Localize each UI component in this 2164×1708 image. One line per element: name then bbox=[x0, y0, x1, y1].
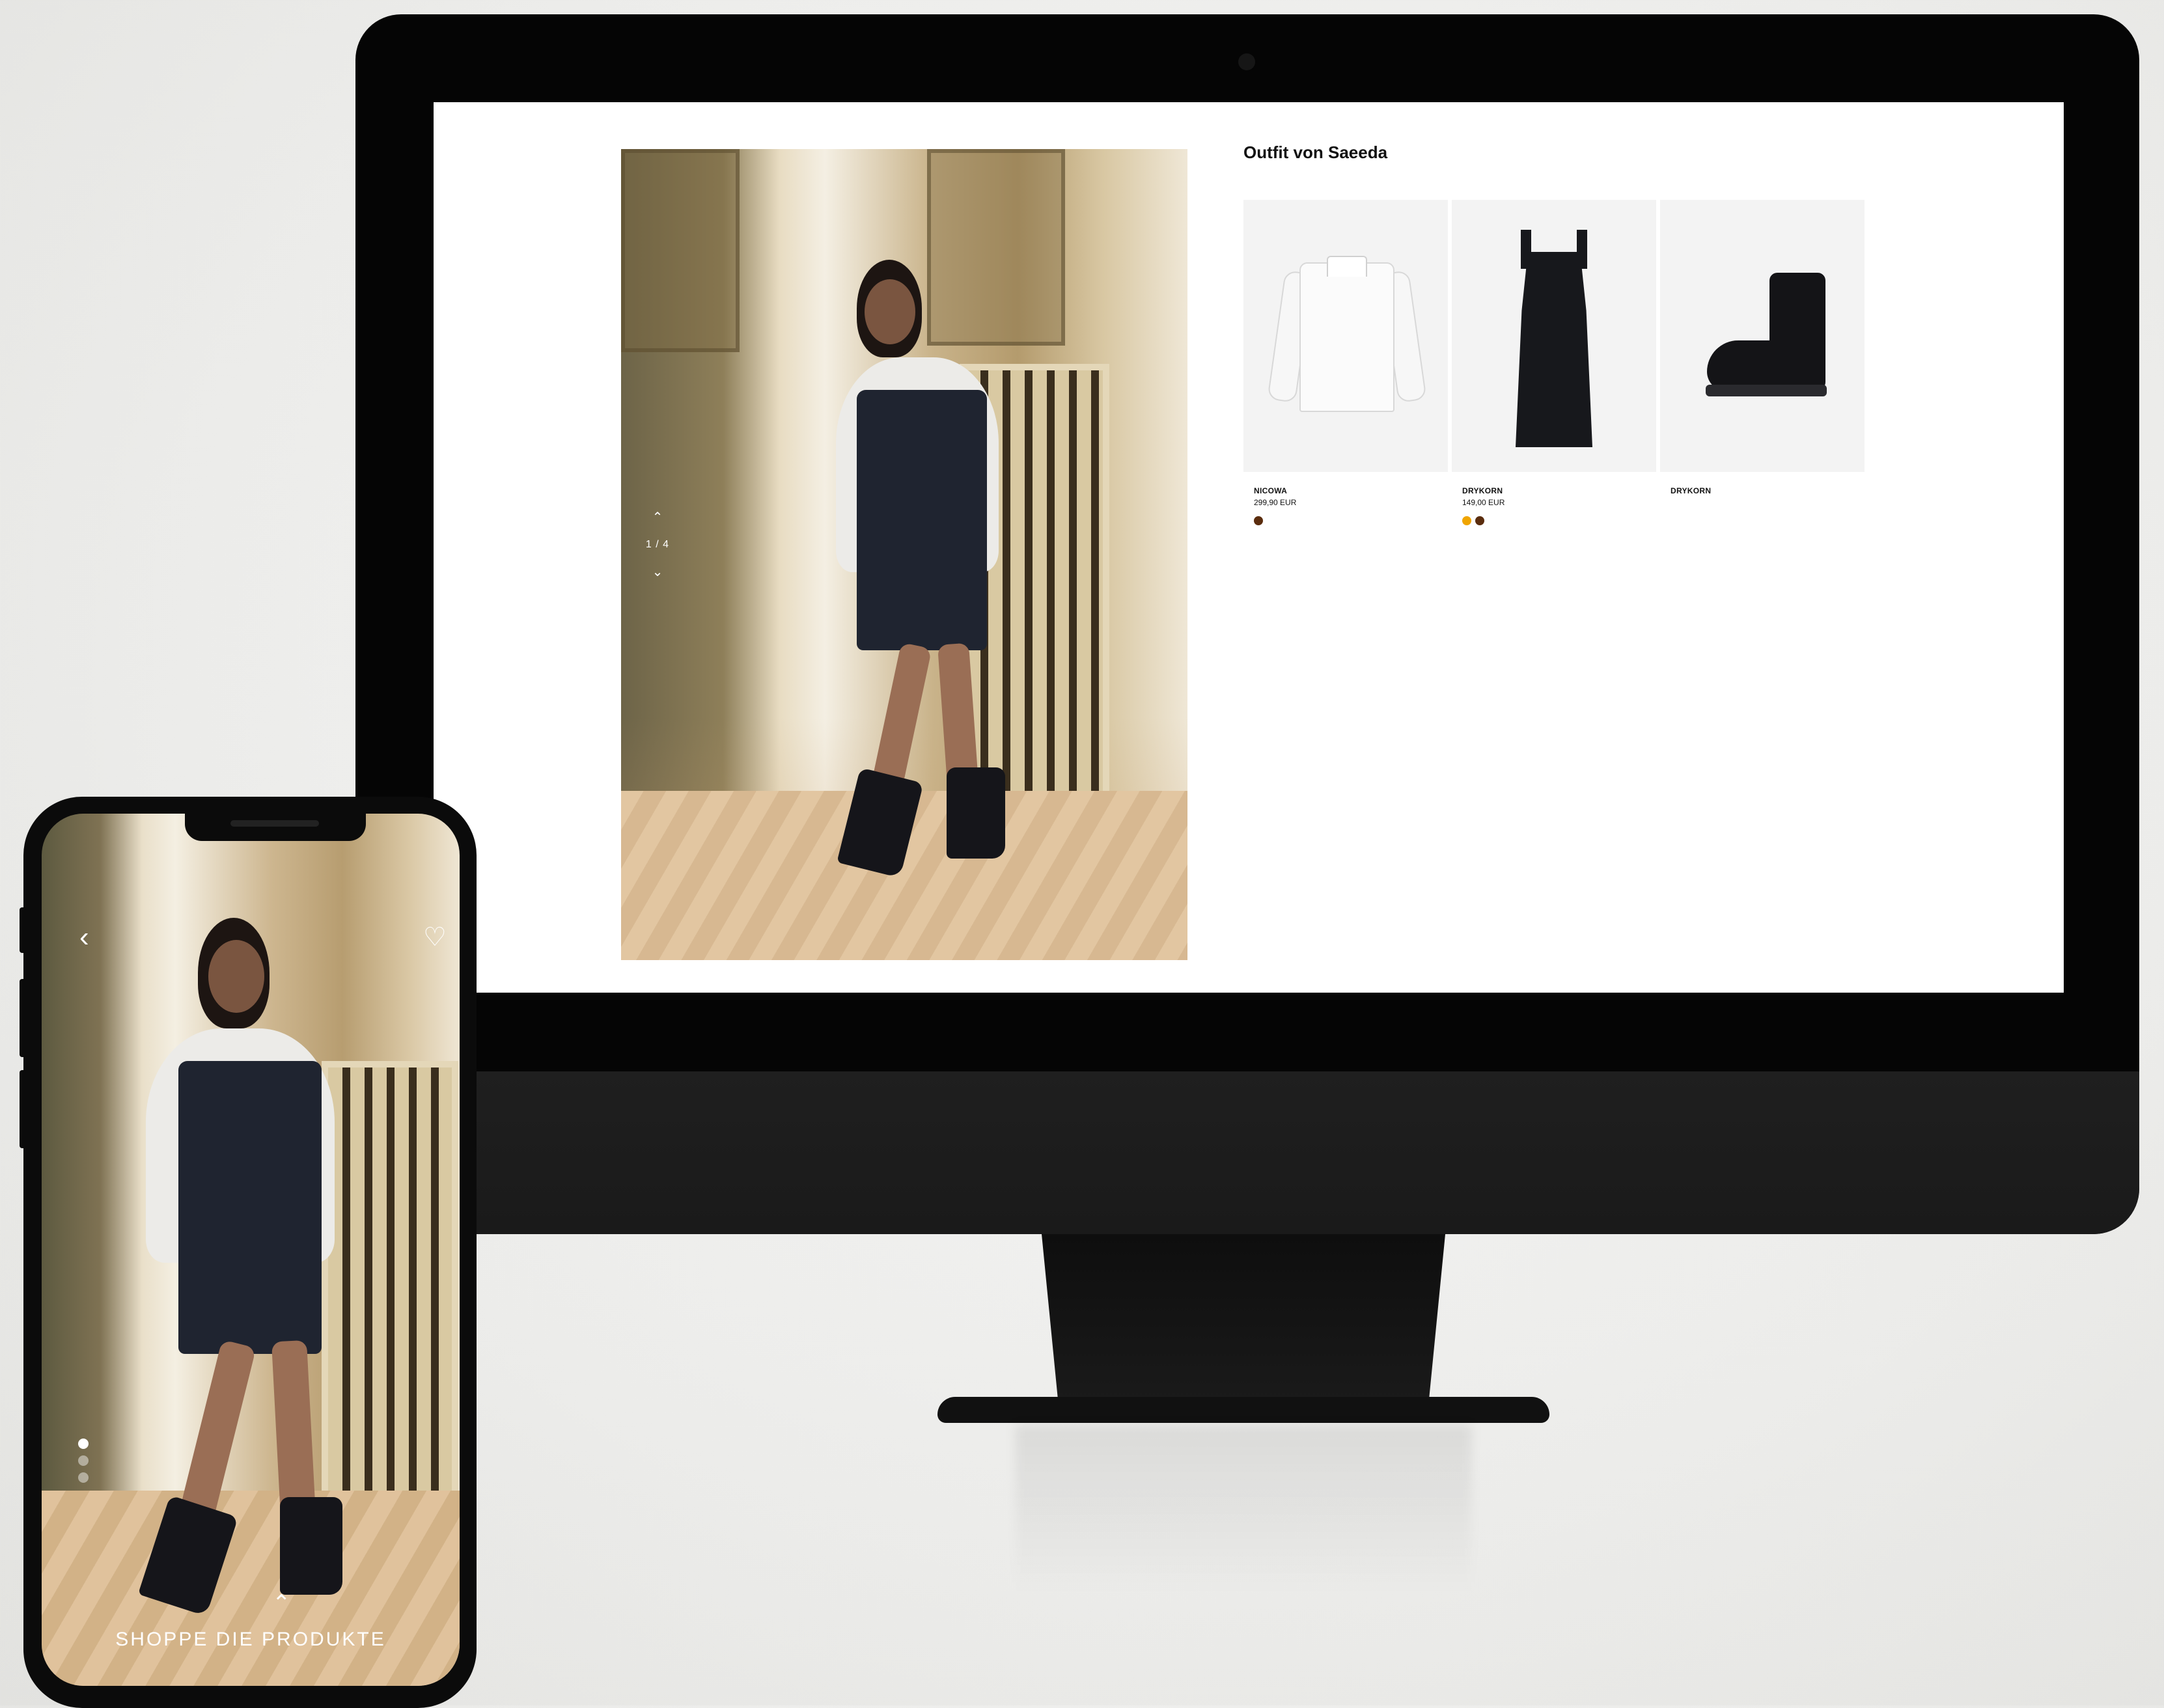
color-swatches bbox=[1243, 516, 1448, 525]
product-image-dress[interactable] bbox=[1452, 200, 1656, 472]
monitor-chin bbox=[355, 1071, 2139, 1234]
monitor-stand-base bbox=[937, 1397, 1549, 1423]
wall-panel bbox=[927, 149, 1065, 346]
outfit-title: Outfit von Saeeda bbox=[1243, 143, 1388, 162]
phone-side-button bbox=[20, 1070, 26, 1148]
heart-icon[interactable]: ♡ bbox=[423, 924, 447, 950]
color-swatch[interactable] bbox=[1475, 516, 1484, 525]
monitor-stand bbox=[1042, 1234, 1445, 1398]
product-brand[interactable]: DRYKORN bbox=[1452, 486, 1656, 495]
pager-dots bbox=[78, 1439, 89, 1483]
phone-frame: ‹ ♡ ⌃ SHOPPE DIE PRODUKTE bbox=[20, 797, 477, 1708]
product-price: 299,90 EUR bbox=[1254, 498, 1297, 507]
product-card[interactable]: NICOWA 299,90 EUR bbox=[1243, 200, 1448, 525]
camera-icon bbox=[1238, 53, 1255, 70]
product-brand[interactable]: DRYKORN bbox=[1660, 486, 1865, 495]
stand-reflection bbox=[1016, 1426, 1471, 1595]
color-swatch[interactable] bbox=[1254, 516, 1263, 525]
hero-counter: 1 / 4 bbox=[645, 539, 670, 550]
pager-dot[interactable] bbox=[78, 1472, 89, 1483]
chevron-up-icon[interactable]: ⌃ bbox=[645, 510, 671, 525]
phone-notch bbox=[185, 814, 366, 841]
color-swatch[interactable] bbox=[1462, 516, 1471, 525]
desktop-screen: ⌃ 1 / 4 ⌄ Outfit von Saeeda NICOWA 299,9… bbox=[434, 102, 2064, 993]
product-image-shirt[interactable] bbox=[1243, 200, 1448, 472]
pager-dot-active[interactable] bbox=[78, 1439, 89, 1449]
product-image-boot[interactable] bbox=[1660, 200, 1865, 472]
product-brand[interactable]: NICOWA bbox=[1243, 486, 1448, 495]
mobile-screen[interactable]: ‹ ♡ ⌃ SHOPPE DIE PRODUKTE bbox=[42, 814, 460, 1686]
phone-speaker bbox=[230, 820, 319, 827]
chevron-down-icon[interactable]: ⌄ bbox=[645, 565, 671, 579]
wall-panel bbox=[621, 149, 740, 352]
phone-side-button bbox=[20, 979, 26, 1057]
hero-pager: ⌃ 1 / 4 ⌄ bbox=[645, 510, 671, 579]
product-card[interactable]: DRYKORN 149,00 EUR bbox=[1452, 200, 1656, 525]
color-swatches bbox=[1452, 516, 1656, 525]
floor-graphic bbox=[42, 1491, 460, 1686]
product-list: NICOWA 299,90 EUR DRYKORN 149,00 EUR DRY… bbox=[1243, 200, 1865, 525]
phone-side-button bbox=[20, 907, 26, 953]
chevron-left-icon[interactable]: ‹ bbox=[79, 923, 89, 952]
product-price: 149,00 EUR bbox=[1462, 498, 1505, 507]
shop-products-button[interactable]: SHOPPE DIE PRODUKTE bbox=[42, 1629, 460, 1651]
pager-dot[interactable] bbox=[78, 1455, 89, 1466]
hero-image[interactable]: ⌃ 1 / 4 ⌄ bbox=[621, 149, 1187, 960]
product-card[interactable]: DRYKORN bbox=[1660, 200, 1865, 525]
chevron-up-icon[interactable]: ⌃ bbox=[272, 1592, 291, 1614]
